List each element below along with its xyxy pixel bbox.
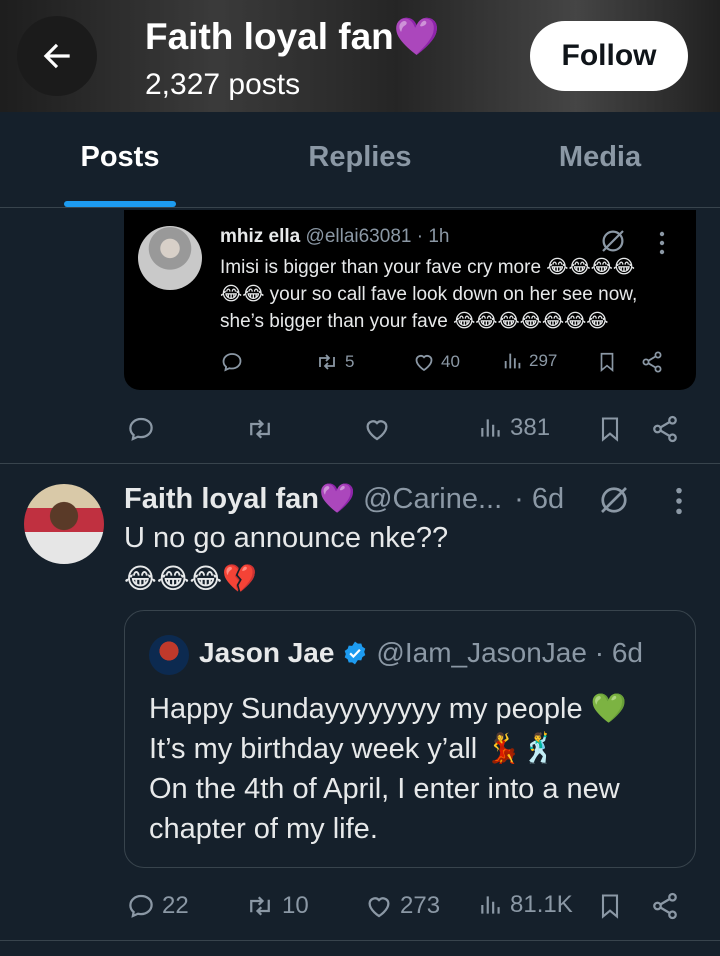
embedded-post-image[interactable]: mhiz ella @ellai63081 · 1h Imisi is bigg… [124, 210, 696, 390]
like-button[interactable] [362, 414, 392, 444]
bookmark-action [596, 350, 618, 374]
avatar [149, 635, 189, 675]
grok-icon[interactable] [596, 482, 632, 518]
text-line: On the 4th of April, I enter into a new [149, 773, 620, 805]
reply-action [220, 350, 244, 374]
repost-count: 5 [345, 352, 355, 371]
reply-count: 22 [162, 892, 189, 919]
author-name: mhiz ella [220, 226, 301, 247]
post-time: · 6d [514, 482, 565, 515]
author-handle[interactable]: @Carine... [363, 483, 502, 516]
post-divider [0, 463, 720, 464]
quoted-tweet-text: Happy Sundayyyyyyyy my people 💚 It’s my … [149, 689, 679, 849]
active-tab-indicator [64, 201, 176, 207]
bookmark-button[interactable] [596, 891, 624, 921]
embedded-post-header: mhiz ella @ellai63081 · 1h [220, 226, 449, 248]
profile-name: Faith loyal fan💜 [145, 16, 440, 57]
views-action: 297 [502, 350, 557, 372]
more-icon [659, 231, 665, 255]
more-icon[interactable] [674, 486, 684, 516]
repost-button[interactable]: 10 [244, 891, 309, 921]
reply-icon [129, 894, 153, 918]
like-button[interactable]: 273 [364, 891, 440, 921]
repost-count: 10 [282, 892, 309, 919]
follow-button[interactable]: Follow [530, 21, 688, 91]
views-button[interactable]: 381 [478, 414, 550, 442]
author-name: Jason Jae [199, 637, 335, 668]
like-count: 273 [400, 892, 441, 919]
share-action [640, 350, 664, 374]
views-button[interactable]: 81.1K [478, 891, 573, 919]
reply-icon [222, 353, 242, 372]
posts-count: 2,327 posts [145, 68, 301, 101]
views-icon [481, 419, 500, 437]
author-handle: @ellai63081 [305, 226, 412, 247]
profile-header: Faith loyal fan💜 2,327 posts Follow [0, 0, 720, 112]
bookmark-icon [601, 417, 619, 442]
tab-posts[interactable]: Posts [0, 112, 240, 207]
tab-label: Replies [308, 141, 412, 173]
post-time: · 1h [416, 226, 450, 247]
repost-icon [250, 419, 270, 439]
tab-label: Posts [80, 141, 160, 173]
back-button[interactable] [17, 16, 97, 96]
tab-label: Media [558, 141, 642, 173]
share-icon [653, 892, 677, 920]
avatar[interactable] [24, 484, 104, 564]
quoted-tweet[interactable]: Jason Jae @Iam_JasonJae · 6d Happy Sunda… [124, 610, 696, 868]
views-count: 381 [510, 414, 551, 441]
text-line: 😂😂 your so call fave look down on her se… [220, 284, 638, 305]
verified-badge-icon [345, 641, 366, 665]
text-line: It’s my birthday week y’all 💃🕺 [149, 733, 558, 765]
heart-icon [368, 897, 390, 918]
avatar [138, 226, 202, 290]
bookmark-icon [601, 894, 619, 919]
repost-icon [250, 896, 270, 916]
reply-button[interactable]: 22 [126, 891, 189, 921]
text-line: Imisi is bigger than your fave cry more … [220, 257, 636, 278]
like-action: 40 [412, 350, 460, 374]
post-divider [0, 940, 720, 941]
like-count: 40 [441, 352, 460, 371]
bookmark-button[interactable] [596, 414, 624, 444]
tweet-emoji-line: 😂😂😂💔 [124, 563, 258, 594]
reply-button[interactable] [126, 414, 156, 444]
share-button[interactable] [650, 414, 680, 444]
share-button[interactable] [650, 891, 680, 921]
views-count: 81.1K [510, 891, 573, 918]
share-icon [642, 351, 662, 373]
views-icon [504, 353, 521, 369]
reply-icon [129, 417, 153, 441]
share-icon [653, 415, 677, 443]
heart-icon [415, 354, 433, 372]
author-handle: @Iam_JasonJae · 6d [376, 637, 643, 668]
tab-media[interactable]: Media [480, 112, 720, 207]
grok-icon [602, 230, 624, 252]
text-line: she’s bigger than your fave 😂😂😂😂😂😂😂 [220, 311, 609, 332]
author-name[interactable]: Faith loyal fan💜 [124, 482, 355, 516]
arrow-left-icon [43, 43, 70, 69]
quoted-tweet-header: Jason Jae @Iam_JasonJae · 6d [199, 637, 643, 669]
text-line: Happy Sundayyyyyyyy my people 💚 [149, 693, 627, 725]
views-count: 297 [529, 351, 558, 370]
bookmark-icon [600, 352, 614, 373]
tweet-header: Faith loyal fan💜 @Carine... · 6d [124, 482, 564, 516]
repost-button[interactable] [244, 414, 276, 444]
tweet-text: U no go announce nke?? [124, 522, 449, 554]
profile-tabs: Posts Replies Media [0, 112, 720, 208]
repost-icon [319, 354, 335, 370]
heart-icon [366, 420, 388, 441]
text-line: chapter of my life. [149, 813, 378, 845]
tab-replies[interactable]: Replies [240, 112, 480, 207]
embedded-post-text: Imisi is bigger than your fave cry more … [220, 254, 680, 335]
views-icon [481, 896, 500, 914]
repost-action: 5 [314, 350, 354, 374]
